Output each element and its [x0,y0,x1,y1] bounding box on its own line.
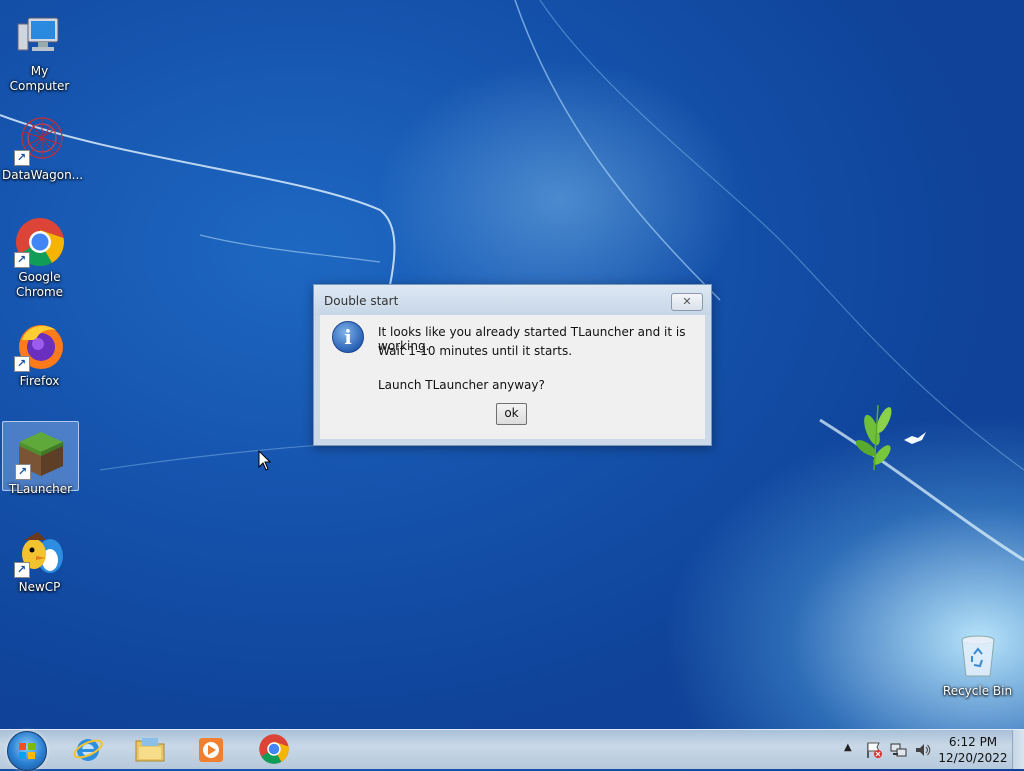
show-desktop-button[interactable] [1012,730,1024,769]
wallpaper-bird [904,432,926,444]
network-icon[interactable] [890,741,908,759]
dialog-titlebar[interactable]: Double start ✕ [314,285,711,315]
datawagon-icon: ↗ [13,114,66,166]
newcp-penguin-icon: ↗ [13,526,66,578]
dialog-question: Launch TLauncher anyway? [378,378,545,392]
desktop-icon-recycle-bin[interactable]: Recycle Bin [940,624,1015,699]
file-explorer-icon[interactable] [134,733,166,765]
desktop-icon-label: TLauncher [8,482,73,496]
recycle-bin-icon [952,630,1004,682]
volume-icon[interactable] [914,741,932,759]
close-icon: ✕ [682,295,692,308]
taskbar: ▲ 6:12 PM 12/20/2022 [0,729,1024,771]
dialog-title: Double start [324,294,399,308]
desktop-icon-tlauncher[interactable]: ↗ TLauncher [2,421,79,496]
desktop-icon-label: DataWagon... [2,168,84,182]
shortcut-arrow-icon: ↗ [13,562,30,578]
desktop-icon-label: NewCP [18,580,61,594]
desktop-icon-label: Recycle Bin [942,684,1013,698]
ok-button[interactable]: ok [496,403,527,425]
shortcut-arrow-icon: ↗ [14,464,31,480]
clock-date: 12/20/2022 [938,751,1008,765]
wallpaper-leaf-cluster [855,404,892,471]
shortcut-arrow-icon: ↗ [13,356,30,372]
internet-explorer-icon[interactable] [72,733,104,765]
start-button[interactable] [7,731,47,771]
action-center-flag-icon[interactable] [865,741,883,759]
chrome-taskbar-icon[interactable] [258,733,290,765]
desktop-icon-datawagon[interactable]: ↗ DataWagon... [2,108,84,183]
firefox-icon: ↗ [13,320,66,372]
desktop-icon-my-computer[interactable]: My Computer [2,4,77,94]
desktop-icon-label: My Computer [9,64,70,93]
double-start-dialog: Double start ✕ i It looks like you alrea… [313,284,712,446]
dialog-content: i It looks like you already started TLau… [320,315,705,439]
media-player-icon[interactable] [196,733,228,765]
computer-icon [14,10,66,62]
show-hidden-icons-icon[interactable]: ▲ [844,742,852,753]
clock-time: 6:12 PM [948,735,998,749]
chrome-icon: ↗ [13,216,66,268]
shortcut-arrow-icon: ↗ [13,252,30,268]
shortcut-arrow-icon: ↗ [13,150,30,166]
desktop-icon-firefox[interactable]: ↗ Firefox [2,314,77,389]
minecraft-grass-block-icon: ↗ [14,428,67,480]
windows-logo-icon [19,743,35,759]
mouse-cursor-icon [258,450,272,471]
desktop-icon-label: Firefox [19,374,60,388]
taskbar-clock[interactable]: 6:12 PM 12/20/2022 [938,734,1008,766]
desktop-icon-google-chrome[interactable]: ↗ Google Chrome [2,210,77,300]
desktop-icon-newcp[interactable]: ↗ NewCP [2,520,77,595]
info-icon: i [332,321,364,353]
desktop-icon-label: Google Chrome [15,270,64,299]
dialog-close-button[interactable]: ✕ [671,293,703,311]
dialog-message-line2: Wait 1-10 minutes until it starts. [378,344,573,358]
